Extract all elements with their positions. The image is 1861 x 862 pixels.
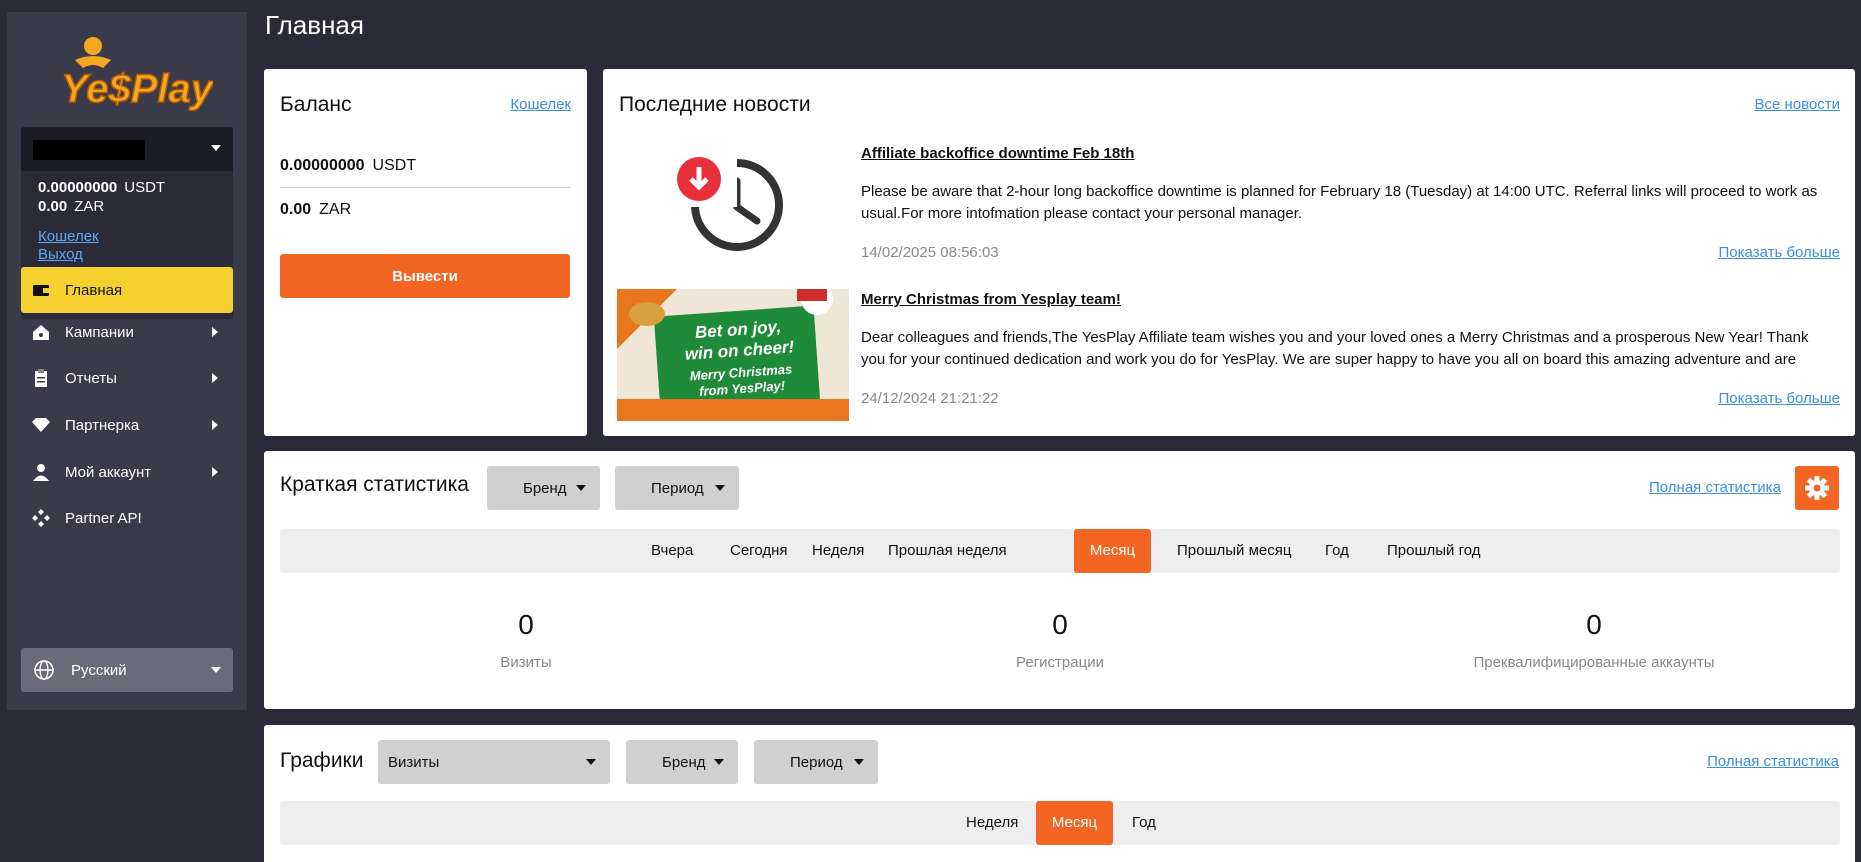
globe-icon — [34, 660, 54, 680]
yesplay-logo[interactable]: Ye$Play — [53, 32, 213, 122]
tab-yesterday[interactable]: Вчера — [635, 529, 709, 573]
chevron-down-icon — [715, 485, 725, 491]
sidebar-item-campaigns[interactable]: Кампании — [21, 309, 233, 355]
balance-title: Баланс — [280, 93, 352, 116]
news-item-text: Please be aware that 2-hour long backoff… — [861, 183, 1818, 222]
settings-button[interactable] — [1795, 466, 1839, 510]
clipboard-icon — [35, 369, 47, 387]
sidebar-item-label: Мой аккаунт — [65, 463, 152, 481]
prequalified-value: 0 — [1586, 609, 1602, 640]
tab-year[interactable]: Год — [1309, 529, 1365, 573]
sidebar-item-label: Отчеты — [65, 369, 117, 387]
redacted-account-id — [33, 140, 145, 160]
tab-year[interactable]: Год — [1116, 801, 1172, 845]
page-title: Главная — [265, 10, 364, 40]
tab-month[interactable]: Месяц — [1036, 801, 1113, 845]
chevron-right-icon — [212, 467, 218, 477]
chart-period-tabs: Неделя Месяц Год — [280, 801, 1840, 845]
account-balance-usdt: 0.00000000 USDT — [38, 179, 166, 196]
chevron-right-icon — [212, 420, 218, 430]
chevron-down-icon — [714, 759, 724, 765]
sidebar-item-label: Главная — [65, 281, 123, 299]
charts-title: Графики — [280, 749, 364, 772]
sidebar-item-partner[interactable]: Партнерка — [21, 402, 233, 448]
chevron-right-icon — [212, 373, 218, 383]
diamond-icon — [32, 418, 50, 432]
chevron-right-icon — [212, 327, 218, 337]
tab-week[interactable]: Неделя — [950, 801, 1034, 845]
news-card: Последние новости Все новости Affiliate … — [603, 69, 1855, 436]
full-stats-link[interactable]: Полная статистика — [1649, 479, 1781, 496]
sidebar-item-home[interactable]: Главная — [21, 267, 233, 313]
dropdown-label: Визиты — [388, 753, 440, 771]
christmas-banner-image: Bet on joy, win on cheer! Merry Christma… — [617, 289, 849, 421]
logout-link[interactable]: Выход — [38, 246, 83, 263]
withdraw-button[interactable]: Вывести — [280, 254, 570, 298]
wallet-link[interactable]: Кошелек — [510, 96, 571, 113]
home-icon — [33, 325, 49, 340]
sidebar-item-label: Кампании — [65, 323, 134, 341]
api-icon — [32, 509, 50, 527]
period-dropdown[interactable]: Период — [615, 466, 739, 510]
chevron-down-icon[interactable] — [211, 145, 221, 151]
show-more-link[interactable]: Показать больше — [1719, 244, 1840, 261]
balance-card: Баланс Кошелек 0.00000000 USDT 0.00 ZAR Вы… — [264, 69, 587, 436]
tab-last-year[interactable]: Прошлый год — [1371, 529, 1497, 573]
sidebar-item-partner-api[interactable]: Partner API — [21, 495, 233, 541]
language-selector[interactable]: Русский — [21, 648, 233, 692]
registrations-label: Регистрации — [1016, 654, 1104, 671]
divider — [280, 187, 570, 188]
news-item-title[interactable]: Merry Christmas from Yesplay team! — [861, 291, 1121, 308]
news-item-date: 14/02/2025 08:56:03 — [861, 244, 999, 261]
account-balance-zar: 0.00 ZAR — [38, 198, 105, 215]
downtime-clock-image — [617, 137, 847, 267]
sidebar-item-label: Партнерка — [65, 416, 140, 434]
tab-month[interactable]: Месяц — [1074, 529, 1151, 573]
registrations-value: 0 — [1052, 609, 1068, 640]
quick-stats-title: Краткая статистика — [280, 473, 469, 496]
show-more-link[interactable]: Показать больше — [1719, 390, 1840, 407]
balance-usdt: 0.00000000 USDT — [280, 157, 417, 174]
sidebar-item-reports[interactable]: Отчеты — [21, 355, 233, 401]
period-dropdown[interactable]: Период — [754, 740, 878, 784]
account-selector[interactable] — [21, 127, 233, 171]
visits-label: Визиты — [500, 654, 552, 671]
news-item-text: Dear colleagues and friends,The YesPlay … — [861, 329, 1809, 368]
tab-week[interactable]: Неделя — [796, 529, 880, 573]
quick-stats-card: Краткая статистика Бренд Период Полная с… — [264, 451, 1855, 709]
tab-last-month[interactable]: Прошлый месяц — [1161, 529, 1307, 573]
prequalified-label: Преквалифицированные аккаунты — [1473, 654, 1715, 671]
chevron-down-icon — [211, 667, 221, 673]
brand-dropdown[interactable]: Бренд — [626, 740, 738, 784]
sidebar-wallet-link[interactable]: Кошелек — [38, 228, 99, 245]
gear-icon — [1805, 476, 1829, 500]
news-item-title[interactable]: Affiliate backoffice downtime Feb 18th — [861, 145, 1134, 162]
wallet-icon — [33, 285, 49, 296]
language-label: Русский — [71, 661, 127, 679]
brand-dropdown[interactable]: Бренд — [487, 466, 600, 510]
news-item-date: 24/12/2024 21:21:22 — [861, 390, 999, 407]
tab-today[interactable]: Сегодня — [714, 529, 804, 573]
chevron-down-icon — [854, 759, 864, 765]
chevron-down-icon — [586, 759, 596, 765]
period-tabs: Вчера Сегодня Неделя Прошлая неделя Меся… — [280, 529, 1840, 573]
dropdown-label: Бренд — [523, 479, 567, 497]
dropdown-label: Бренд — [662, 753, 706, 771]
all-news-link[interactable]: Все новости — [1754, 96, 1840, 113]
chevron-down-icon — [576, 485, 586, 491]
sidebar-item-my-account[interactable]: Мой аккаунт — [21, 449, 233, 495]
news-title: Последние новости — [619, 93, 811, 116]
user-icon — [33, 464, 49, 481]
svg-text:Ye$Play: Ye$Play — [61, 67, 213, 111]
full-stats-link[interactable]: Полная статистика — [1707, 753, 1839, 770]
sidebar: Ye$Play 0.00000000 USDT 0.00 ZAR Кошелек В… — [7, 12, 247, 710]
dropdown-label: Период — [790, 753, 843, 771]
dropdown-label: Период — [651, 479, 704, 497]
metric-dropdown[interactable]: Визиты — [378, 740, 610, 784]
charts-card: Графики Визиты Бренд Период Полная стати… — [264, 725, 1855, 862]
balance-zar: 0.00 ZAR — [280, 201, 352, 218]
tab-last-week[interactable]: Прошлая неделя — [872, 529, 1023, 573]
visits-value: 0 — [518, 609, 534, 640]
sidebar-item-label: Partner API — [65, 509, 142, 527]
